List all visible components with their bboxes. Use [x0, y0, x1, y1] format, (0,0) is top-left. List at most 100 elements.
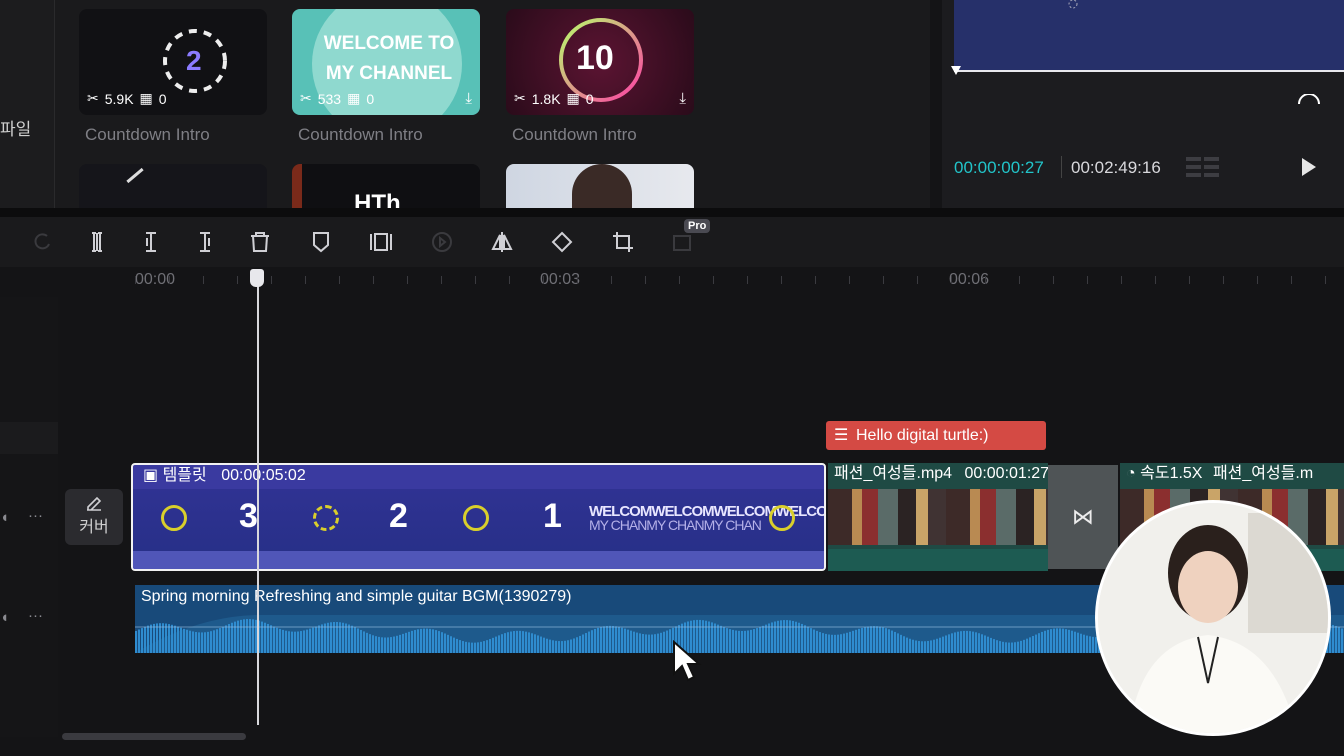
- horizontal-scrollbar[interactable]: [62, 733, 246, 740]
- waveform-bar: [1011, 642, 1013, 653]
- panel-divider[interactable]: [0, 208, 1344, 217]
- transition-icon[interactable]: ⋈: [1048, 465, 1118, 569]
- template-icon: ▣: [143, 467, 159, 484]
- download-icon[interactable]: ⤓: [679, 90, 686, 107]
- marker-icon[interactable]: [308, 229, 334, 255]
- template-card-6[interactable]: [506, 164, 694, 208]
- ruler-tick: [1087, 276, 1088, 284]
- template-duration: 00:00:05:02: [221, 467, 306, 484]
- waveform-bar: [750, 629, 752, 653]
- template-card-2[interactable]: WELCOME TO MY CHANNEL ✂ 533 ▦ 0 ⤓: [292, 9, 480, 115]
- template-card-1[interactable]: 2 ✂ 5.9K ▦ 0: [79, 9, 267, 115]
- freeze-frame-icon[interactable]: [368, 229, 394, 255]
- waveform-bar: [567, 640, 569, 653]
- waveform-bar: [882, 627, 884, 653]
- template-card-4[interactable]: [79, 164, 267, 208]
- left-panel-label[interactable]: 파일: [0, 115, 31, 140]
- waveform-bar: [375, 636, 377, 653]
- waveform-bar: [789, 620, 791, 653]
- thumb-stroke: [126, 167, 144, 184]
- waveform-bar: [603, 626, 605, 653]
- delete-icon[interactable]: [247, 229, 273, 255]
- waveform-bar: [237, 620, 239, 653]
- text-icon: ☰: [834, 427, 849, 444]
- template-card-5[interactable]: HTh: [292, 164, 480, 208]
- waveform-bar: [420, 628, 422, 653]
- rotate-icon[interactable]: [549, 229, 575, 255]
- split-icon[interactable]: [84, 229, 110, 255]
- template-clip[interactable]: ▣ 템플릿 00:00:05:02 3 2 1 WELCOMWELCOMWELC…: [131, 463, 826, 571]
- waveform-bar: [735, 630, 737, 653]
- waveform-bar: [852, 630, 854, 653]
- waveform-bar: [648, 634, 650, 653]
- waveform-bar: [915, 640, 917, 653]
- waveform-bar: [579, 635, 581, 653]
- waveform-bar: [879, 626, 881, 653]
- redo-icon[interactable]: [30, 229, 56, 255]
- waveform-bar: [570, 639, 572, 653]
- pencil-icon: [87, 496, 102, 511]
- crop-icon[interactable]: [610, 229, 636, 255]
- playhead-handle[interactable]: [250, 269, 264, 287]
- track-more-icon[interactable]: ···: [28, 507, 43, 524]
- waveform-bar: [987, 636, 989, 653]
- waveform-bar: [213, 630, 215, 653]
- waveform-bar: [294, 631, 296, 653]
- grid-view-icon[interactable]: [1186, 155, 1220, 179]
- waveform-bar: [831, 634, 833, 653]
- waveform-bar: [825, 633, 827, 653]
- play-icon[interactable]: [1302, 158, 1316, 176]
- waveform-bar: [1068, 629, 1070, 653]
- waveform-bar: [1014, 642, 1016, 653]
- waveform-bar: [774, 621, 776, 653]
- audio-toggle-icon[interactable]: ◖: [0, 609, 9, 626]
- waveform-bar: [387, 637, 389, 653]
- mirror-icon[interactable]: [489, 229, 515, 255]
- ruler-tick: [543, 276, 544, 284]
- waveform-bar: [549, 639, 551, 653]
- waveform-bar: [717, 624, 719, 653]
- ruler-tick: [781, 276, 782, 284]
- waveform-bar: [396, 635, 398, 653]
- waveform-bar: [465, 641, 467, 653]
- waveform-bar: [756, 628, 758, 653]
- template-clip-footer: [133, 551, 824, 569]
- track-more-icon[interactable]: ···: [28, 607, 43, 624]
- reverse-icon[interactable]: [429, 229, 455, 255]
- waveform-bar: [948, 634, 950, 653]
- playhead-line[interactable]: [257, 275, 259, 725]
- ruler-tick: [1189, 276, 1190, 284]
- text-clip[interactable]: ☰ Hello digital turtle:): [826, 421, 1046, 450]
- preview-scrub-bar[interactable]: [954, 70, 1344, 72]
- grid-icon: ▦: [347, 90, 361, 106]
- waveform-bar: [1071, 630, 1073, 653]
- waveform-bar: [861, 627, 863, 653]
- waveform-bar: [453, 637, 455, 653]
- video-clip-1-footer: [828, 549, 1048, 571]
- waveform-bar: [1335, 625, 1337, 653]
- waveform-bar: [573, 638, 575, 653]
- waveform-bar: [1017, 641, 1019, 653]
- preview-scrub-handle[interactable]: [951, 66, 961, 75]
- video-clip-1[interactable]: 패션_여성들.mp4 00:00:01:27: [828, 463, 1048, 571]
- waveform-bar: [399, 634, 401, 653]
- waveform-bar: [849, 631, 851, 653]
- waveform-bar: [537, 635, 539, 653]
- timeline-ruler[interactable]: 00:00 00:03 00:06: [0, 267, 1344, 297]
- waveform-bar: [927, 640, 929, 653]
- card-stats: ✂ 5.9K ▦ 0: [87, 90, 167, 107]
- grid-icon: ▦: [566, 90, 580, 106]
- uses-count: 533: [317, 90, 342, 107]
- waveform-bar: [885, 628, 887, 653]
- split-left-icon[interactable]: [138, 229, 164, 255]
- waveform-bar: [423, 628, 425, 653]
- waveform-bar: [546, 638, 548, 653]
- split-right-icon[interactable]: [192, 229, 218, 255]
- waveform-bar: [654, 634, 656, 653]
- template-card-3[interactable]: 10 ✂ 1.8K ▦ 0 ⤓: [506, 9, 694, 115]
- audio-toggle-icon[interactable]: ◖: [0, 509, 9, 526]
- ruler-tick: [713, 276, 714, 284]
- waveform-bar: [1038, 633, 1040, 653]
- cover-button[interactable]: 커버: [65, 489, 123, 545]
- download-icon[interactable]: ⤓: [465, 90, 472, 107]
